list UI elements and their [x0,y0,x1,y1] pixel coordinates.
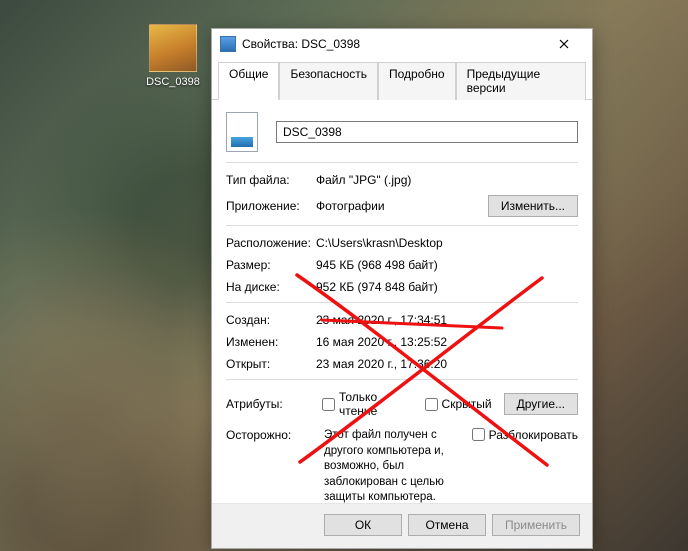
separator [226,302,578,303]
cancel-button[interactable]: Отмена [408,514,486,536]
separator [226,379,578,380]
readonly-input[interactable] [322,398,335,411]
readonly-label: Только чтение [339,390,407,418]
other-attributes-button[interactable]: Другие... [504,393,578,415]
close-button[interactable] [542,30,586,58]
value-created: 23 мая 2020 г., 17:34:51 [316,313,578,327]
close-icon [559,39,569,49]
unblock-label: Разблокировать [489,428,578,442]
filetype-icon [226,112,258,152]
desktop: DSC_0398 Свойства: DSC_0398 Общие Безопа… [0,0,688,551]
value-app: Фотографии [316,199,385,213]
unblock-input[interactable] [472,428,485,441]
dialog-title: Свойства: DSC_0398 [242,37,542,51]
unblock-checkbox[interactable]: Разблокировать [472,428,578,503]
value-filetype: Файл "JPG" (.jpg) [316,173,578,187]
value-ondisk: 952 КБ (974 848 байт) [316,280,578,294]
properties-dialog: Свойства: DSC_0398 Общие Безопасность По… [211,28,593,549]
hidden-input[interactable] [425,398,438,411]
tab-general[interactable]: Общие [218,62,279,100]
label-attributes: Атрибуты: [226,397,316,411]
label-modified: Изменен: [226,335,316,349]
change-app-button[interactable]: Изменить... [488,195,578,217]
dialog-footer: ОК Отмена Применить [212,503,592,548]
general-panel: Тип файла: Файл "JPG" (.jpg) Приложение:… [212,100,592,503]
label-filetype: Тип файла: [226,173,316,187]
tab-details[interactable]: Подробно [378,62,456,100]
label-accessed: Открыт: [226,357,316,371]
label-size: Размер: [226,258,316,272]
tab-security[interactable]: Безопасность [279,62,378,100]
value-accessed: 23 мая 2020 г., 17:36:20 [316,357,578,371]
label-cautious: Осторожно: [226,428,316,503]
tabstrip: Общие Безопасность Подробно Предыдущие в… [212,61,592,100]
security-text: Этот файл получен с другого компьютера и… [324,428,464,503]
separator [226,225,578,226]
hidden-label: Скрытый [442,397,492,411]
tab-previous[interactable]: Предыдущие версии [456,62,586,100]
value-modified: 16 мая 2020 г., 13:25:52 [316,335,578,349]
desktop-file-icon[interactable]: DSC_0398 [138,24,208,88]
readonly-checkbox[interactable]: Только чтение [322,390,407,418]
file-label: DSC_0398 [138,76,208,88]
value-location: C:\Users\krasn\Desktop [316,236,578,250]
titlebar[interactable]: Свойства: DSC_0398 [212,29,592,59]
ok-button[interactable]: ОК [324,514,402,536]
file-thumbnail [149,24,197,72]
separator [226,162,578,163]
label-created: Создан: [226,313,316,327]
label-app: Приложение: [226,199,316,213]
titlebar-icon [220,36,236,52]
label-location: Расположение: [226,236,316,250]
label-ondisk: На диске: [226,280,316,294]
apply-button[interactable]: Применить [492,514,580,536]
filename-input[interactable] [276,121,578,143]
hidden-checkbox[interactable]: Скрытый [425,397,492,411]
value-size: 945 КБ (968 498 байт) [316,258,578,272]
